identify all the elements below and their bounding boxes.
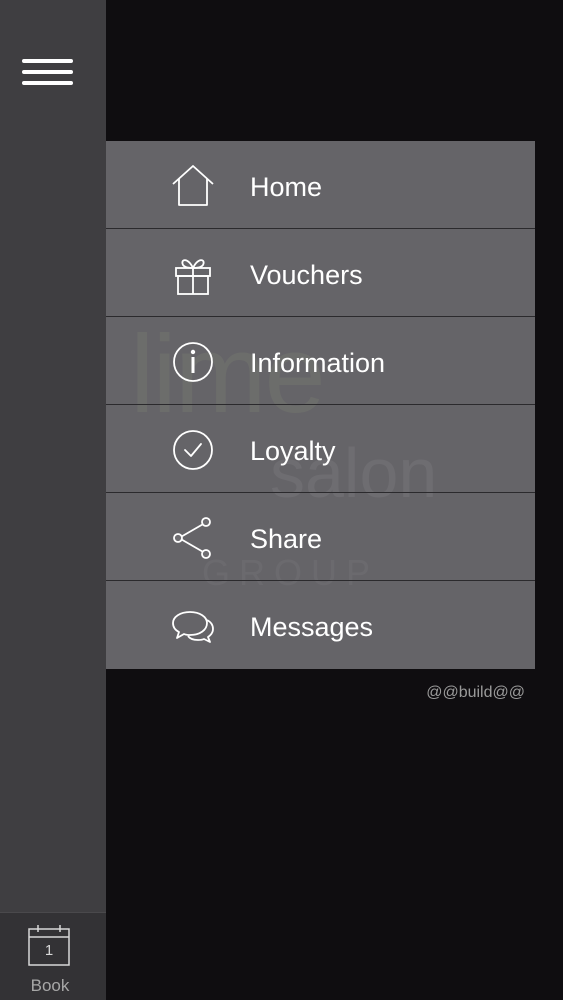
menu-item-information[interactable]: Information xyxy=(106,317,535,405)
chat-bubbles-icon xyxy=(172,611,214,643)
hamburger-line xyxy=(22,81,73,85)
menu-item-label: Vouchers xyxy=(250,260,363,290)
menu-item-vouchers[interactable]: Vouchers xyxy=(106,229,535,317)
book-tab[interactable]: 1 Book xyxy=(0,912,106,1000)
info-icon xyxy=(173,342,213,382)
book-label: Book xyxy=(30,976,70,995)
menu-item-label: Share xyxy=(250,524,323,554)
menu-item-label: Information xyxy=(250,348,386,378)
gift-icon xyxy=(175,259,211,295)
home-icon xyxy=(172,165,214,206)
hamburger-menu-icon[interactable] xyxy=(20,56,76,90)
menu-item-share[interactable]: Share xyxy=(106,493,535,581)
hamburger-line xyxy=(22,59,73,63)
menu-item-label: Home xyxy=(250,172,323,202)
menu-item-home[interactable]: Home xyxy=(106,141,535,229)
menu-item-label: Messages xyxy=(250,612,374,642)
hamburger-line xyxy=(22,70,73,74)
sidebar: 1 Book xyxy=(0,0,106,1000)
nav-menu: Home Vouchers Information Loyalty Share … xyxy=(106,141,535,669)
checkmark-circle-icon xyxy=(173,430,213,470)
menu-item-messages[interactable]: Messages xyxy=(106,581,535,669)
menu-item-label: Loyalty xyxy=(250,436,336,466)
build-tag: @@build@@ xyxy=(426,684,525,701)
menu-item-loyalty[interactable]: Loyalty xyxy=(106,405,535,493)
calendar-day: 1 xyxy=(44,942,54,959)
share-icon xyxy=(173,517,211,559)
